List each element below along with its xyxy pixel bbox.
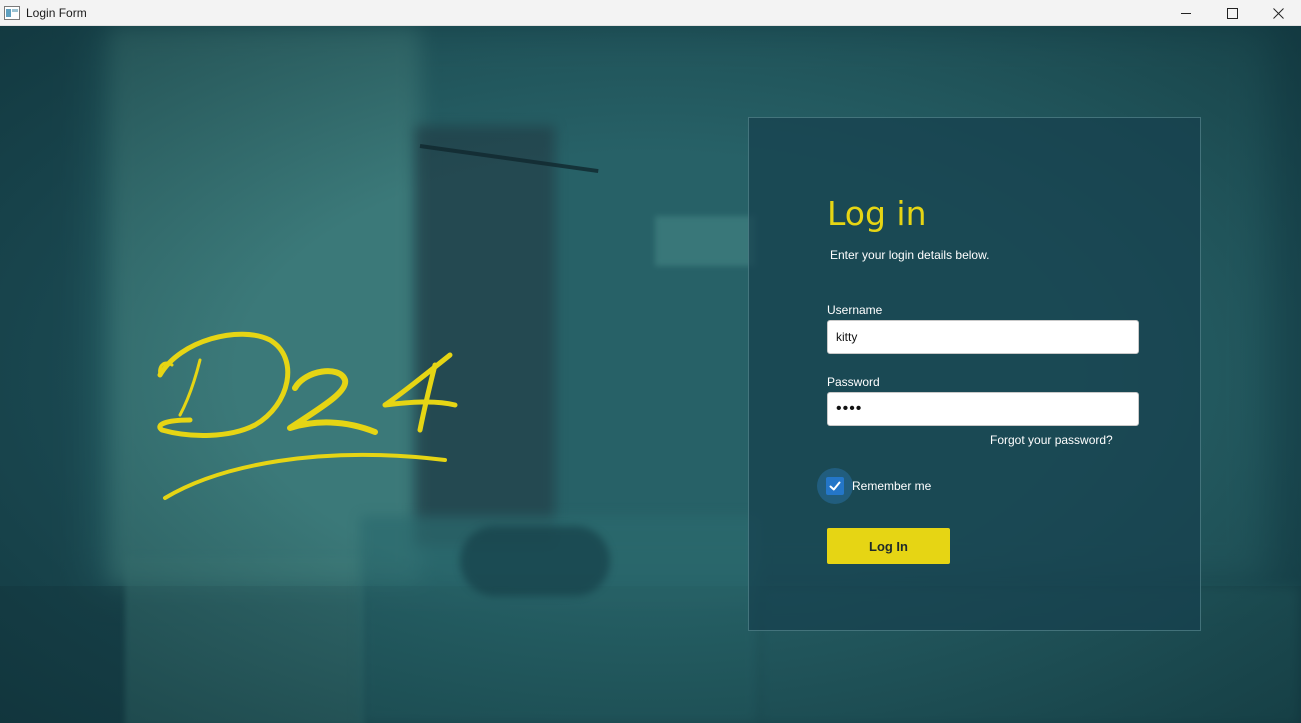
- checkbox-focus-halo: [817, 468, 853, 504]
- checkbox-box[interactable]: [826, 477, 844, 495]
- remember-me-label: Remember me: [852, 479, 932, 493]
- maximize-button[interactable]: [1209, 0, 1255, 26]
- password-input[interactable]: [827, 392, 1139, 426]
- app-icon: [4, 5, 20, 20]
- close-icon: [1272, 7, 1284, 19]
- forgot-password-link[interactable]: Forgot your password?: [990, 433, 1113, 447]
- title-bar: Login Form: [0, 0, 1301, 26]
- username-label: Username: [827, 303, 883, 317]
- brand-logo: [150, 320, 470, 510]
- password-label: Password: [827, 375, 880, 389]
- window-controls: [1163, 0, 1301, 26]
- username-input[interactable]: [827, 320, 1139, 354]
- login-button[interactable]: Log In: [827, 528, 950, 564]
- maximize-icon: [1226, 7, 1238, 19]
- minimize-button[interactable]: [1163, 0, 1209, 26]
- remember-me-checkbox[interactable]: Remember me: [817, 468, 931, 504]
- checkmark-icon: [829, 481, 841, 491]
- login-card: Log in Enter your login details below. U…: [748, 117, 1201, 631]
- login-window: Login Form Log in Enter your login detai…: [0, 0, 1301, 723]
- window-title: Login Form: [26, 5, 87, 20]
- login-title: Log in: [827, 194, 927, 233]
- login-subtitle: Enter your login details below.: [830, 248, 990, 262]
- close-button[interactable]: [1255, 0, 1301, 26]
- minimize-icon: [1180, 12, 1191, 14]
